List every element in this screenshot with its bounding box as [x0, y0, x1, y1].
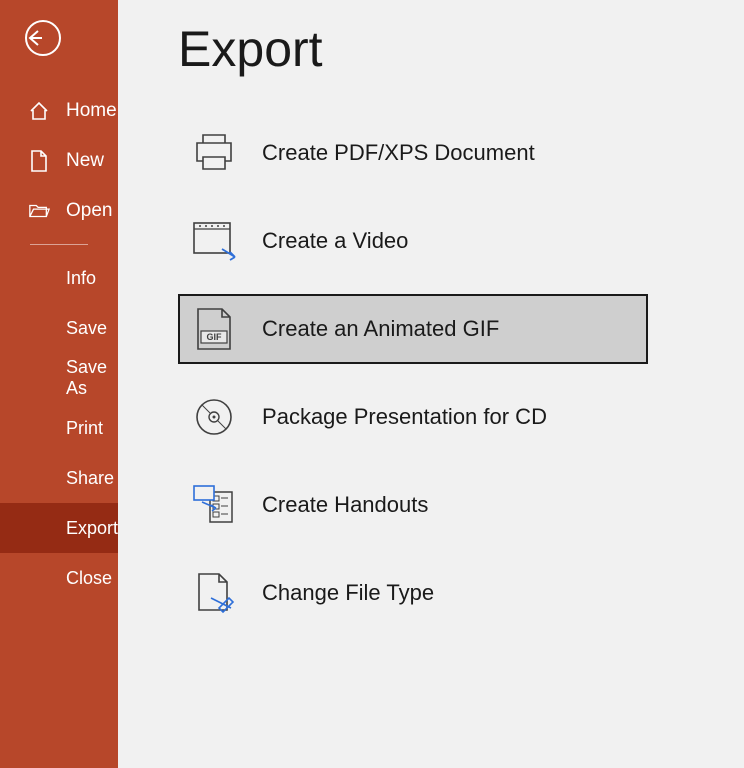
option-label: Create an Animated GIF — [262, 316, 499, 342]
option-label: Package Presentation for CD — [262, 404, 547, 430]
backstage-sidebar: Home New Open Info Save Save As Print Sh… — [0, 0, 118, 768]
video-icon — [192, 219, 236, 263]
option-label: Create Handouts — [262, 492, 428, 518]
sidebar-separator — [30, 244, 88, 245]
export-options-list: Create PDF/XPS Document Create a Video G… — [178, 118, 744, 628]
sidebar-item-save-as[interactable]: Save As — [0, 353, 118, 403]
option-create-pdf-xps[interactable]: Create PDF/XPS Document — [178, 118, 648, 188]
sidebar-item-label: Share — [66, 468, 114, 489]
sidebar-item-close[interactable]: Close — [0, 553, 118, 603]
sidebar-item-label: Home — [66, 100, 117, 122]
sidebar-item-label: Info — [66, 268, 96, 289]
sidebar-item-home[interactable]: Home — [0, 86, 118, 136]
sidebar-item-label: New — [66, 150, 104, 172]
sidebar-item-label: Open — [66, 200, 112, 222]
printer-icon — [192, 131, 236, 175]
handouts-icon — [192, 483, 236, 527]
sidebar-item-label: Save As — [66, 357, 118, 399]
sidebar-item-label: Export — [66, 518, 118, 539]
option-label: Change File Type — [262, 580, 434, 606]
cd-icon — [192, 395, 236, 439]
sidebar-item-info[interactable]: Info — [0, 253, 118, 303]
sidebar-item-print[interactable]: Print — [0, 403, 118, 453]
home-icon — [28, 100, 50, 122]
option-package-for-cd[interactable]: Package Presentation for CD — [178, 382, 648, 452]
page-title: Export — [178, 20, 744, 78]
option-create-animated-gif[interactable]: GIF Create an Animated GIF — [178, 294, 648, 364]
main-panel: Export Create PDF/XPS Document Create a … — [118, 0, 744, 768]
gif-icon: GIF — [192, 307, 236, 351]
sidebar-item-new[interactable]: New — [0, 136, 118, 186]
sidebar-item-save[interactable]: Save — [0, 303, 118, 353]
filetype-icon — [192, 571, 236, 615]
back-arrow-icon — [24, 27, 46, 49]
back-button[interactable] — [25, 20, 61, 56]
option-change-file-type[interactable]: Change File Type — [178, 558, 648, 628]
sidebar-item-share[interactable]: Share — [0, 453, 118, 503]
sidebar-item-open[interactable]: Open — [0, 186, 118, 236]
option-label: Create PDF/XPS Document — [262, 140, 535, 166]
option-label: Create a Video — [262, 228, 408, 254]
open-icon — [28, 200, 50, 222]
svg-text:GIF: GIF — [207, 332, 223, 342]
new-icon — [28, 150, 50, 172]
sidebar-item-label: Print — [66, 418, 103, 439]
sidebar-item-label: Close — [66, 568, 112, 589]
sidebar-item-export[interactable]: Export — [0, 503, 118, 553]
sidebar-item-label: Save — [66, 318, 107, 339]
option-create-handouts[interactable]: Create Handouts — [178, 470, 648, 540]
option-create-video[interactable]: Create a Video — [178, 206, 648, 276]
